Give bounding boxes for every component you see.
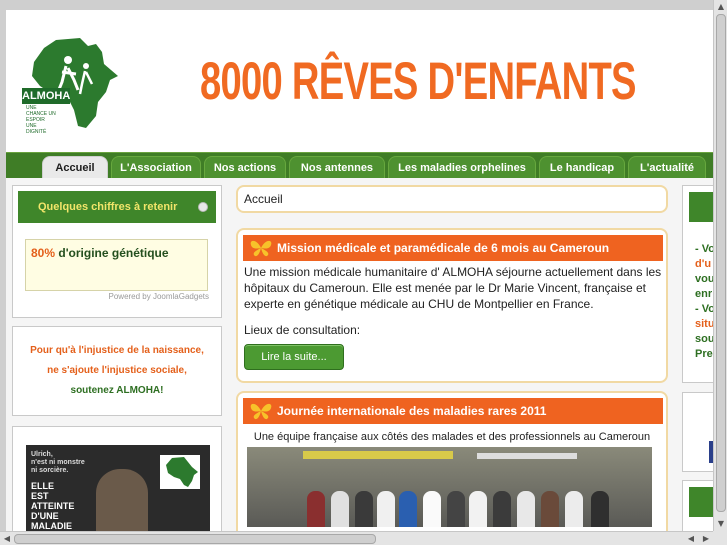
right-module: - Vo d'u vou enr - Vo situ sou Pre [682,185,713,383]
article-body-mission: Une mission médicale humanitaire d' ALMO… [244,265,662,311]
tab-nos-antennes[interactable]: Nos antennes [289,156,385,179]
chiffres-module: Quelques chiffres à retenir 80% d'origin… [12,185,222,318]
right-line: enr [695,288,713,300]
vertical-scrollbar[interactable]: ▲ ▼ [713,0,727,531]
article-title-mission[interactable]: Mission médicale et paramédicale de 6 mo… [243,235,663,261]
photo-person [541,491,559,527]
right-line: - Vo [695,243,713,255]
site-title: 8000 RÊVES D'ENFANTS [200,52,637,111]
scroll-corner [713,531,727,545]
tab-association[interactable]: L'Association [111,156,201,179]
right-module-header [689,192,713,222]
powered-by: Powered by JoomlaGadgets [108,292,210,301]
tab-handicap[interactable]: Le handicap [539,156,625,179]
right-module-2 [682,392,713,472]
slogan-module: Pour qu'à l'injustice de la naissance, n… [12,326,222,416]
scroll-left-arrow-icon[interactable]: ◀ [684,532,698,545]
poster-small-text: Ulrich, n'est ni monstre ni sorcière. [31,451,85,474]
toggle-dot-icon[interactable] [198,202,208,212]
right-line: situ [695,318,713,330]
scroll-up-arrow-icon[interactable]: ▲ [714,0,727,14]
article-subtitle-journee: Une équipe française aux côtés des malad… [253,431,651,443]
right-line: vou [695,273,713,285]
article-consultation-label: Lieux de consultation: [244,323,361,337]
butterfly-icon [250,403,272,420]
photo-person [591,491,609,527]
scroll-left-arrow-icon[interactable]: ◀ [0,532,14,545]
logo-wordmark: ALMOHA [22,88,71,104]
campaign-poster[interactable]: Ulrich, n'est ni monstre ni sorcière. EL… [26,445,210,531]
tab-maladies-orphelines[interactable]: Les maladies orphelines [388,156,536,179]
photo-banner [303,451,453,459]
butterfly-icon [250,240,272,257]
photo-person [331,491,349,527]
horizontal-scrollbar[interactable]: ◀ ◀ ▶ [0,531,713,545]
photo-person [307,491,325,527]
right-line: d'u [695,258,712,270]
photo-person [493,491,511,527]
article-photo[interactable] [247,447,652,527]
photo-person [565,491,583,527]
read-more-button[interactable]: Lire la suite... [244,344,344,370]
logo-tagline: UNE CHANCE UN ESPOIR UNE DIGNITÉ [26,105,56,135]
vertical-scroll-thumb[interactable] [716,14,726,512]
site-header: ALMOHA UNE CHANCE UN ESPOIR UNE DIGNITÉ … [0,0,713,152]
tab-accueil[interactable]: Accueil [42,156,108,179]
article-journee: Journée internationale des maladies rare… [236,391,668,531]
photo-person [355,491,373,527]
tab-actualite[interactable]: L'actualité [628,156,706,179]
slogan-line-2: ne s'ajoute l'injustice sociale, [47,365,187,376]
poster-headline: ELLE EST ATTEINTE D'UNE MALADIE RARE [31,481,75,531]
scroll-right-arrow-icon[interactable]: ▶ [699,532,713,545]
header-frame [0,0,713,10]
photo-person [447,491,465,527]
scroll-down-arrow-icon[interactable]: ▼ [714,517,727,531]
photo-person [423,491,441,527]
tab-nos-actions[interactable]: Nos actions [204,156,286,179]
slogan-line-1: Pour qu'à l'injustice de la naissance, [30,345,204,356]
gadget-text: d'origine génétique [55,246,169,260]
article-mission: Mission médicale et paramédicale de 6 mo… [236,228,668,383]
photo-sign [477,453,577,459]
photo-person [469,491,487,527]
right-line: Pre [695,348,713,360]
gadget-box: 80% d'origine génétique [25,239,208,291]
poster-portrait [96,469,148,531]
slogan-line-3: soutenez ALMOHA! [70,385,164,396]
photo-person [517,491,535,527]
breadcrumb: Accueil [236,185,668,213]
poster-logo-icon [160,455,200,489]
photo-person [399,491,417,527]
browser-viewport: ALMOHA UNE CHANCE UN ESPOIR UNE DIGNITÉ … [0,0,713,531]
main-nav: Accueil L'Association Nos actions Nos an… [6,152,713,179]
right-module-3 [682,480,713,531]
gadget-percent: 80% [31,246,56,260]
photo-person [377,491,395,527]
poster-module: Ulrich, n'est ni monstre ni sorcière. EL… [12,426,222,531]
chiffres-title: Quelques chiffres à retenir [18,191,216,223]
right-line: - Vo [695,303,713,315]
right-module-header [689,487,713,517]
article-title-journee[interactable]: Journée internationale des maladies rare… [243,398,663,424]
right-line: sou [695,333,713,345]
horizontal-scroll-thumb[interactable] [14,534,376,544]
